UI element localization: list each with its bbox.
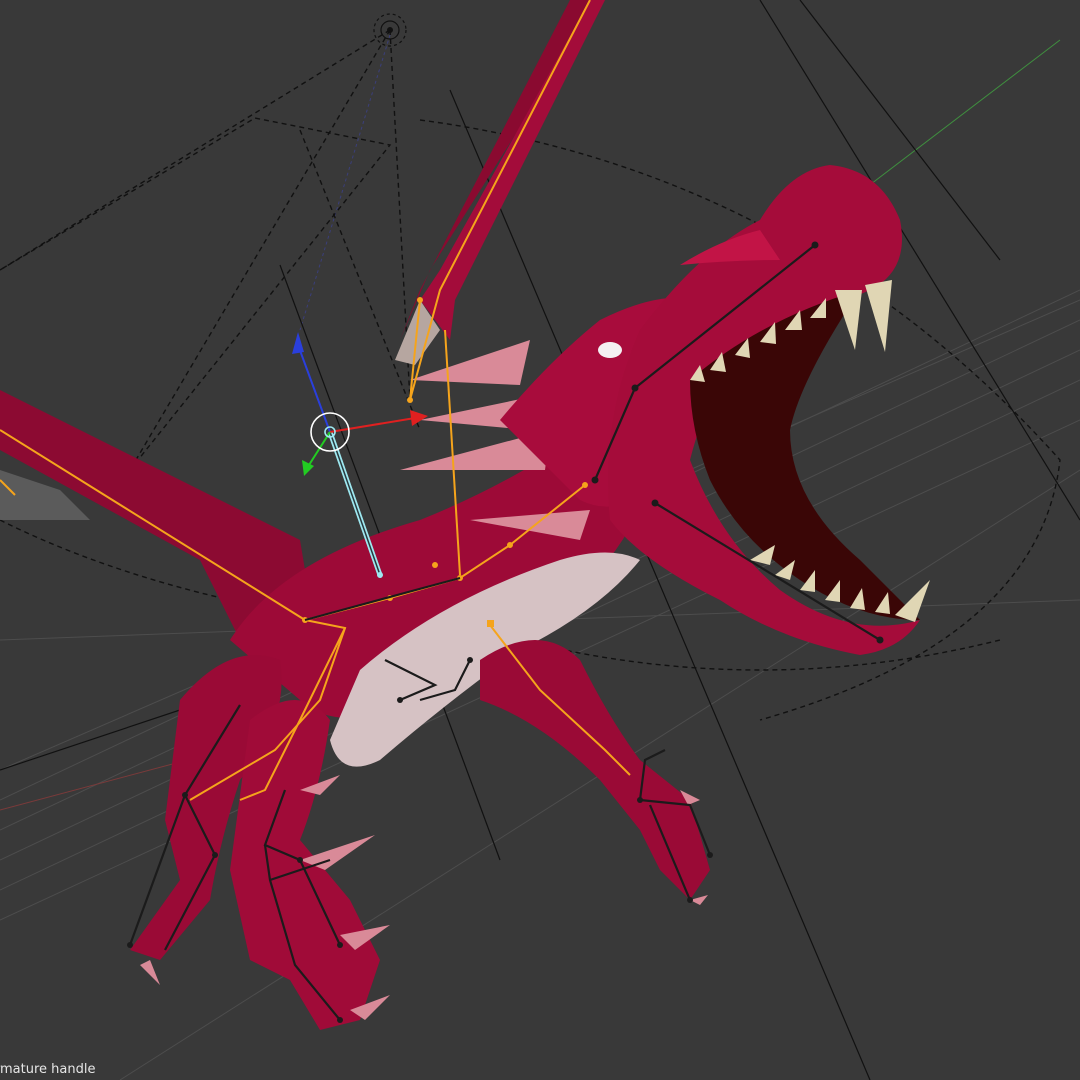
gizmo-y-arrow-icon [302,460,314,476]
gizmo-x-axis [329,417,416,433]
dragon-eye [598,342,622,358]
3d-viewport[interactable]: Armature handle [0,0,1080,1080]
hind-leg [480,640,710,900]
viewport-status-text: Armature handle [0,1062,96,1077]
dragon-mesh[interactable] [0,0,930,1030]
viewport-scene[interactable] [0,0,1080,1080]
y-axis-line [849,39,1061,201]
z-axis-line [299,34,391,331]
gizmo-x-arrow-icon [410,410,428,426]
gizmo-z-arrow-icon [292,332,304,354]
